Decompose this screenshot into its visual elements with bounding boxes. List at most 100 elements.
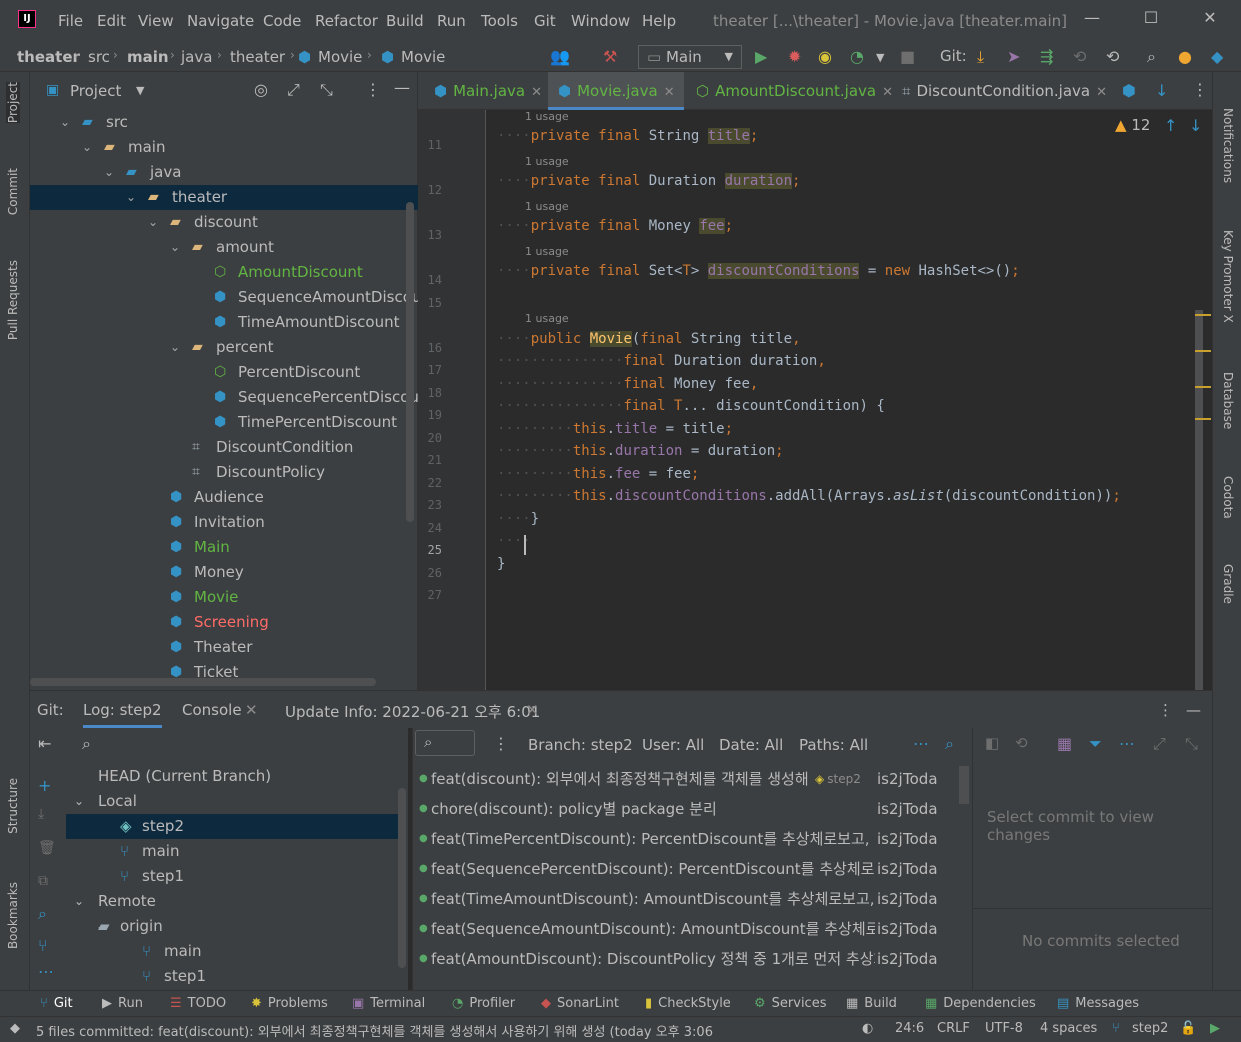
- menu-item-refactor[interactable]: Refactor: [315, 12, 378, 30]
- tree-scrollbar[interactable]: [406, 202, 414, 522]
- commit-tool-button[interactable]: Commit: [6, 168, 20, 215]
- menu-item-help[interactable]: Help: [642, 12, 676, 30]
- git-tree-item-step1[interactable]: ⑂ step1: [66, 864, 400, 889]
- breadcrumb-item[interactable]: Movie: [318, 48, 362, 66]
- close-icon[interactable]: ✕: [245, 701, 258, 719]
- tool-window-build[interactable]: ▦ Build: [846, 996, 897, 1011]
- coverage-icon[interactable]: ◉: [818, 47, 832, 66]
- tab-update-info[interactable]: Update Info: 2022-06-21 오후 6:01: [285, 701, 540, 722]
- git-rollback-icon[interactable]: ⟲: [1106, 47, 1119, 66]
- git-tree-item-step1[interactable]: ⑂ step1: [66, 964, 400, 989]
- build-hammer-icon[interactable]: ⚒: [603, 47, 617, 66]
- tool-window-messages[interactable]: ▤ Messages: [1057, 996, 1139, 1011]
- menu-item-build[interactable]: Build: [386, 12, 424, 30]
- tab-movie-java[interactable]: ⬢ Movie.java ✕: [548, 72, 684, 110]
- menu-item-window[interactable]: Window: [571, 12, 630, 30]
- expand-all-icon[interactable]: ⤢: [287, 80, 300, 100]
- minimize-button[interactable]: —: [1077, 8, 1107, 32]
- tree-item-theater[interactable]: ⬢ Theater: [30, 635, 418, 660]
- warning-stripe[interactable]: [1195, 386, 1211, 388]
- chevron-down-icon[interactable]: ▼: [136, 84, 144, 97]
- options-icon[interactable]: ⋮: [493, 734, 509, 753]
- line-separator[interactable]: CRLF: [937, 1021, 970, 1036]
- git-tree-item-main[interactable]: ⑂ main: [66, 839, 400, 864]
- profile-icon[interactable]: ◔: [850, 47, 864, 66]
- collapse-all-icon[interactable]: ⤡: [320, 80, 333, 100]
- commit-row[interactable]: ● feat(TimePercentDiscount): PercentDisco…: [413, 824, 969, 854]
- tree-item-discountpolicy[interactable]: ⌗ DiscountPolicy: [30, 460, 418, 485]
- tab-discountcondition-java[interactable]: ⌗ DiscountCondition.java ✕: [892, 72, 1112, 110]
- warning-stripe[interactable]: [1195, 418, 1211, 420]
- tool-window-problems[interactable]: ✸ Problems: [251, 996, 328, 1011]
- code-with-me-icon[interactable]: ◆: [1211, 47, 1223, 66]
- filter-icon[interactable]: ⏷: [1089, 734, 1102, 754]
- delete-icon[interactable]: 🗑: [38, 840, 56, 856]
- more-icon[interactable]: ⋯: [913, 734, 929, 753]
- tree-item-movie[interactable]: ⬢ Movie: [30, 585, 418, 610]
- file-encoding[interactable]: UTF-8: [985, 1021, 1023, 1036]
- usage-hint[interactable]: 1 usage: [525, 155, 569, 168]
- key-promoter-tool-button[interactable]: Key Promoter X: [1221, 230, 1235, 323]
- log-scrollbar[interactable]: [959, 766, 969, 804]
- editor-scrollbar[interactable]: [1195, 310, 1203, 690]
- date-filter[interactable]: Date: All: [719, 736, 783, 754]
- breadcrumb-item[interactable]: theater: [230, 48, 285, 66]
- commit-row[interactable]: ● feat(AmountDiscount): DiscountPolicy 정책…: [413, 944, 969, 974]
- close-icon[interactable]: ✕: [526, 701, 539, 719]
- commit-row[interactable]: ● chore(discount): policy별 package 분리 is2j…: [413, 794, 969, 824]
- tree-item-money[interactable]: ⬢ Money: [30, 560, 418, 585]
- current-branch[interactable]: step2: [1132, 1021, 1168, 1036]
- menu-item-run[interactable]: Run: [437, 12, 466, 30]
- menu-item-navigate[interactable]: Navigate: [187, 12, 254, 30]
- tree-item-sequencepercentdiscount[interactable]: ⬢ SequencePercentDiscount: [30, 385, 418, 410]
- warnings-indicator[interactable]: ▲ 12: [1115, 116, 1150, 134]
- tree-hscrollbar[interactable]: [30, 678, 376, 686]
- show-diff-icon[interactable]: ◧: [985, 734, 999, 752]
- add-branch-icon[interactable]: +: [38, 776, 51, 795]
- git-update-icon[interactable]: ⤓: [977, 47, 984, 67]
- tree-item-percent[interactable]: ⌄ ▰ percent: [30, 335, 418, 360]
- run-icon[interactable]: ▶: [755, 47, 767, 66]
- commit-row[interactable]: ● feat(SequencePercentDiscount): PercentD…: [413, 854, 969, 884]
- tool-window-dependencies[interactable]: ▦ Dependencies: [925, 996, 1036, 1011]
- tree-item-java[interactable]: ⌄ ▰ java: [30, 160, 418, 185]
- more-icon[interactable]: ⋯: [1119, 734, 1135, 753]
- commit-row[interactable]: ● feat(SequenceAmountDiscount): AmountDis…: [413, 914, 969, 944]
- tree-item-timepercentdiscount[interactable]: ⬢ TimePercentDiscount: [30, 410, 418, 435]
- more-icon[interactable]: ⋯: [38, 962, 54, 981]
- breadcrumb-item[interactable]: main: [127, 48, 169, 66]
- hide-panel-icon[interactable]: —: [1186, 701, 1201, 719]
- tool-window-todo[interactable]: ☰ TODO: [170, 996, 226, 1011]
- tool-window-profiler[interactable]: ◔ Profiler: [452, 996, 515, 1011]
- menu-item-code[interactable]: Code: [263, 12, 301, 30]
- git-tree-item-main[interactable]: ⑂ main: [66, 939, 400, 964]
- menu-item-file[interactable]: File: [58, 12, 83, 30]
- next-highlight-icon[interactable]: ↓: [1189, 116, 1202, 135]
- lock-icon[interactable]: 🔓: [1180, 1021, 1196, 1036]
- user-filter[interactable]: User: All: [642, 736, 704, 754]
- run-config-select[interactable]: ▭ Main ▼: [638, 45, 742, 69]
- bookmarks-tool-button[interactable]: Bookmarks: [6, 882, 20, 949]
- menu-item-view[interactable]: View: [138, 12, 174, 30]
- branch-filter[interactable]: Branch: step2: [528, 736, 633, 754]
- tree-item-discount[interactable]: ⌄ ▰ discount: [30, 210, 418, 235]
- collapse-branches-icon[interactable]: ⇤: [38, 734, 51, 753]
- compare-icon[interactable]: ⧉: [38, 873, 48, 889]
- expand-icon[interactable]: ⤢: [1153, 734, 1166, 754]
- tool-window-services[interactable]: ⚙ Services: [754, 996, 826, 1011]
- commit-row[interactable]: ● feat(discount): 외부에서 최종정책구현체를 객체를 생성해 ◈ s…: [413, 764, 969, 794]
- notifications-tool-button[interactable]: Notifications: [1221, 108, 1235, 183]
- project-tool-button[interactable]: Project: [6, 82, 20, 124]
- git-tree-item-local[interactable]: ⌄ Local: [66, 789, 400, 814]
- caret-position[interactable]: 24:6: [895, 1021, 924, 1036]
- close-icon[interactable]: ✕: [1096, 85, 1107, 100]
- tab-amountdiscount-java[interactable]: ⬡ AmountDiscount.java ✕: [686, 72, 893, 110]
- stop-icon[interactable]: ■: [900, 47, 915, 66]
- history-icon[interactable]: ⟲: [1015, 734, 1028, 752]
- tree-item-percentdiscount[interactable]: ⬡ PercentDiscount: [30, 360, 418, 385]
- tool-window-terminal[interactable]: ▣ Terminal: [352, 996, 425, 1011]
- breadcrumb-item[interactable]: theater: [17, 48, 80, 66]
- tree-item-main[interactable]: ⬢ Main: [30, 535, 418, 560]
- git-compare-icon[interactable]: ⇶: [1040, 47, 1053, 66]
- close-icon[interactable]: ✕: [531, 85, 542, 100]
